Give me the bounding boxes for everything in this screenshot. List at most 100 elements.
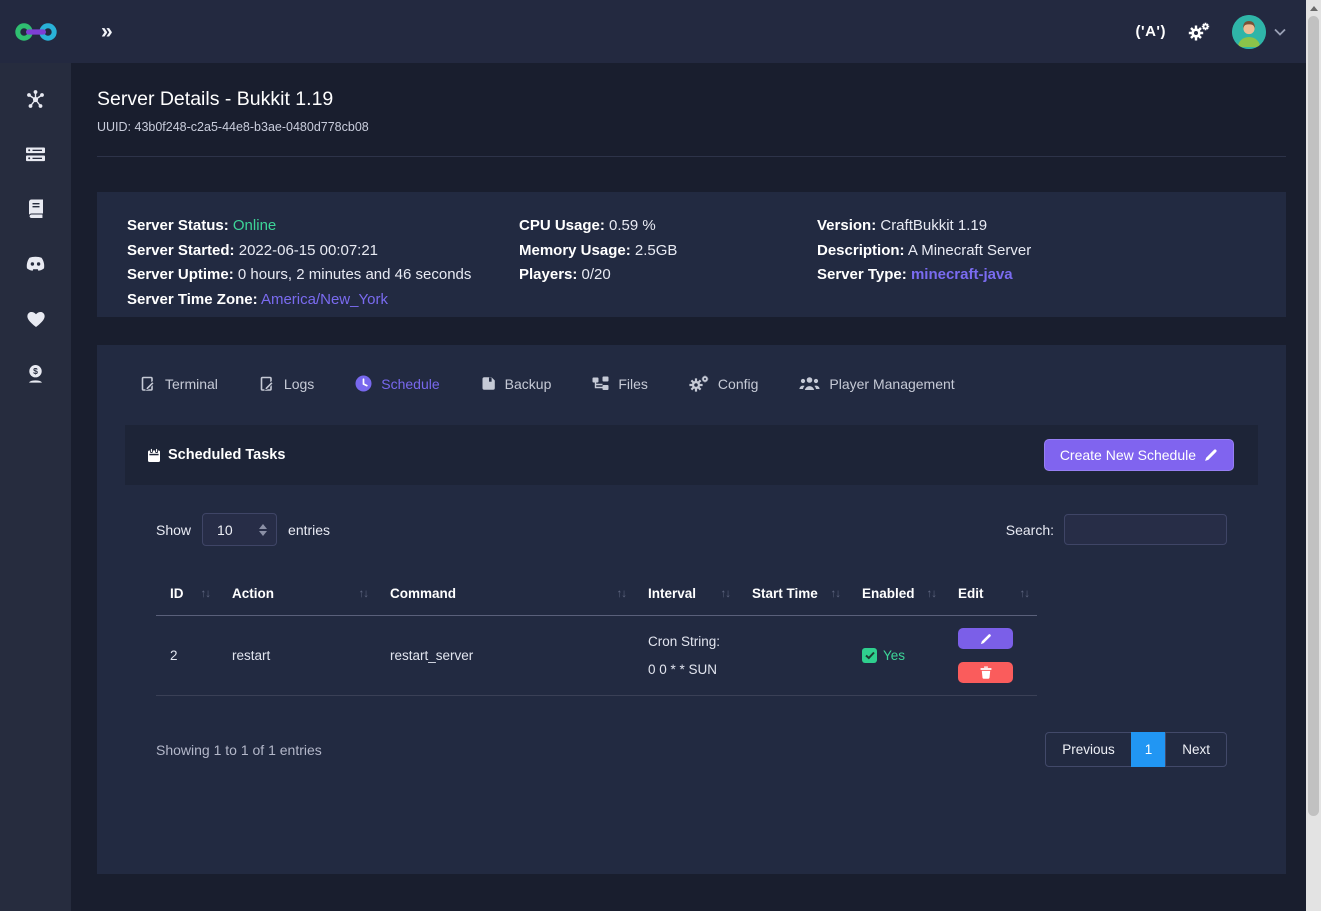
server-started-value: 2022-06-15 00:07:21	[239, 242, 378, 259]
column-header-edit-label: Edit	[958, 586, 984, 601]
tab-files[interactable]: Files	[592, 376, 648, 392]
tab-logs[interactable]: Logs	[259, 376, 314, 392]
page: $ » ('A')	[0, 0, 1306, 911]
sidebar-item-documentation[interactable]	[24, 197, 48, 221]
sort-icon[interactable]: ↑↓	[1020, 586, 1030, 600]
column-header-start-time[interactable]: Start Time↑↓	[738, 572, 848, 616]
create-new-schedule-button[interactable]: Create New Schedule	[1044, 439, 1234, 471]
tab-logs-label: Logs	[284, 376, 314, 392]
crafty-logo[interactable]	[0, 0, 71, 63]
cpu-usage-line: CPU Usage: 0.59 %	[519, 214, 817, 239]
edit-schedule-button[interactable]	[958, 628, 1013, 649]
column-header-interval-label: Interval	[648, 586, 696, 601]
clock-icon	[355, 375, 372, 392]
page-length-value: 10	[217, 522, 233, 538]
backup-save-icon	[481, 376, 496, 391]
cpu-usage-label: CPU Usage:	[519, 217, 605, 234]
header-divider	[97, 156, 1286, 157]
cron-string-label: Cron String:	[648, 634, 730, 649]
column-header-action[interactable]: Action↑↓	[218, 572, 376, 616]
column-header-enabled-label: Enabled	[862, 586, 915, 601]
content-area: Server Details - Bukkit 1.19 UUID: 43b0f…	[71, 63, 1306, 911]
sort-icon[interactable]: ↑↓	[359, 586, 369, 600]
sidebar-collapse-toggle[interactable]: »	[101, 21, 113, 42]
memory-usage-label: Memory Usage:	[519, 242, 631, 259]
enabled-value: Yes	[883, 648, 905, 663]
description-label: Description:	[817, 242, 905, 259]
sidebar-nav: $	[0, 63, 71, 386]
sort-icon[interactable]: ↑↓	[617, 586, 627, 600]
pagination-page-1[interactable]: 1	[1131, 732, 1167, 767]
column-header-id[interactable]: ID↑↓	[156, 572, 218, 616]
chevron-down-icon	[1274, 28, 1286, 36]
status-column-3: Version: CraftBukkit 1.19 Description: A…	[817, 214, 1262, 317]
search-group: Search:	[1006, 514, 1227, 545]
sidebar-item-dashboard[interactable]	[24, 87, 48, 111]
sidebar: $	[0, 0, 71, 911]
page-title: Server Details - Bukkit 1.19	[97, 88, 1286, 111]
players-line: Players: 0/20	[519, 263, 817, 288]
files-tree-icon	[592, 376, 609, 391]
main-column: » ('A')	[71, 0, 1306, 911]
version-line: Version: CraftBukkit 1.19	[817, 214, 1262, 239]
sidebar-item-discord[interactable]	[24, 252, 48, 276]
language-icon[interactable]: ('A')	[1136, 23, 1166, 40]
scrollbar-up-arrow[interactable]	[1306, 0, 1321, 16]
sort-icon[interactable]: ↑↓	[201, 586, 211, 600]
vertical-scrollbar[interactable]	[1306, 0, 1321, 911]
donate-icon: $	[26, 364, 45, 384]
delete-schedule-button[interactable]	[958, 662, 1013, 683]
column-header-enabled[interactable]: Enabled ↑↓	[848, 572, 944, 616]
page-length-select[interactable]: 10	[202, 513, 277, 546]
enabled-checkbox[interactable]	[862, 648, 877, 663]
sidebar-item-servers[interactable]	[24, 142, 48, 166]
pagination-next[interactable]: Next	[1165, 732, 1227, 767]
navbar-right: ('A')	[1136, 15, 1286, 49]
cell-interval: Cron String: 0 0 * * SUN	[634, 616, 738, 696]
create-new-schedule-label: Create New Schedule	[1060, 447, 1196, 463]
svg-text:$: $	[33, 366, 38, 376]
search-input[interactable]	[1064, 514, 1227, 545]
discord-icon	[25, 256, 46, 272]
tab-terminal[interactable]: Terminal	[140, 376, 218, 392]
memory-usage-value: 2.5GB	[635, 242, 678, 259]
sort-icon[interactable]: ↑↓	[927, 586, 937, 600]
table-row: 2 restart restart_server Cron String: 0 …	[156, 616, 1037, 696]
server-timezone-label: Server Time Zone:	[127, 291, 258, 308]
cell-edit	[944, 616, 1037, 696]
sort-icon[interactable]: ↑↓	[831, 586, 841, 600]
pagination-previous[interactable]: Previous	[1045, 732, 1132, 767]
cron-string-value: 0 0 * * SUN	[648, 662, 730, 677]
status-column-2: CPU Usage: 0.59 % Memory Usage: 2.5GB Pl…	[519, 214, 817, 317]
checkmark-icon	[865, 651, 875, 660]
server-status-label: Server Status:	[127, 217, 229, 234]
sidebar-item-support[interactable]	[24, 307, 48, 331]
link-logo-icon	[15, 19, 57, 45]
sidebar-item-donate[interactable]: $	[24, 362, 48, 386]
column-header-interval[interactable]: Interval ↑↓	[634, 572, 738, 616]
sort-icon[interactable]: ↑↓	[721, 586, 731, 600]
server-timezone-link[interactable]: America/New_York	[261, 291, 388, 308]
column-header-edit[interactable]: Edit ↑↓	[944, 572, 1037, 616]
column-header-command[interactable]: Command↑↓	[376, 572, 634, 616]
tab-backup[interactable]: Backup	[481, 376, 552, 392]
server-uptime-value: 0 hours, 2 minutes and 46 seconds	[238, 266, 471, 283]
tab-schedule[interactable]: Schedule	[355, 375, 439, 392]
server-status-card: Server Status: Online Server Started: 20…	[97, 192, 1286, 317]
settings-gears-icon[interactable]	[1188, 22, 1210, 41]
search-label: Search:	[1006, 522, 1054, 538]
pagination: Previous 1 Next	[1045, 732, 1227, 767]
server-uptime-line: Server Uptime: 0 hours, 2 minutes and 46…	[127, 263, 519, 288]
documentation-book-icon	[28, 199, 44, 219]
scrollbar-thumb[interactable]	[1308, 16, 1319, 816]
tab-player-management[interactable]: Player Management	[799, 376, 954, 392]
server-type-link[interactable]: minecraft-java	[911, 266, 1013, 283]
logs-icon	[259, 376, 275, 392]
tab-config[interactable]: Config	[689, 375, 758, 392]
server-uuid: UUID: 43b0f248-c2a5-44e8-b3ae-0480d778cb…	[97, 120, 1286, 134]
server-started-label: Server Started:	[127, 242, 235, 259]
app-root: $ » ('A')	[0, 0, 1321, 920]
tab-config-label: Config	[718, 376, 758, 392]
table-header-row: ID↑↓ Action↑↓ Command↑↓ Interval ↑↓ Start…	[156, 572, 1037, 616]
profile-menu[interactable]	[1232, 15, 1286, 49]
